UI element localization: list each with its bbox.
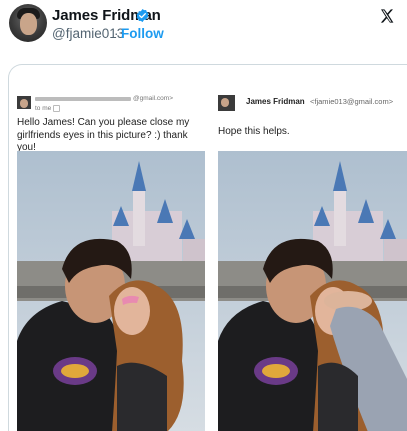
request-email-panel: @gmail.com> to me Hello James! Can you p… [9, 65, 209, 431]
author-avatar[interactable] [9, 4, 47, 42]
reply-sender-name: James Fridman [246, 97, 305, 106]
request-message: Hello James! Can you please close my gir… [17, 117, 190, 153]
edited-photo [218, 151, 407, 431]
sender-email-suffix: @gmail.com> [133, 95, 174, 102]
separator-dot: · [114, 26, 119, 41]
reply-sender-avatar [218, 95, 235, 111]
reply-message: Hope this helps. [218, 126, 290, 137]
follow-button[interactable]: Follow [121, 26, 164, 41]
tweet-header: James Fridman @fjamie013 · Follow [0, 0, 407, 52]
original-photo [17, 151, 205, 431]
x-logo-icon[interactable] [379, 8, 395, 24]
caret-down-icon[interactable] [53, 105, 60, 112]
sender-avatar [17, 96, 31, 109]
to-me-label: to me [35, 105, 52, 112]
redacted-sender [35, 97, 131, 101]
verified-badge-icon [136, 8, 149, 23]
tweet-media-card[interactable]: @gmail.com> to me Hello James! Can you p… [8, 64, 407, 431]
reply-sender-email: <fjamie013@gmail.com> [310, 97, 394, 106]
reply-email-panel: James Fridman <fjamie013@gmail.com> Hope… [209, 65, 407, 431]
